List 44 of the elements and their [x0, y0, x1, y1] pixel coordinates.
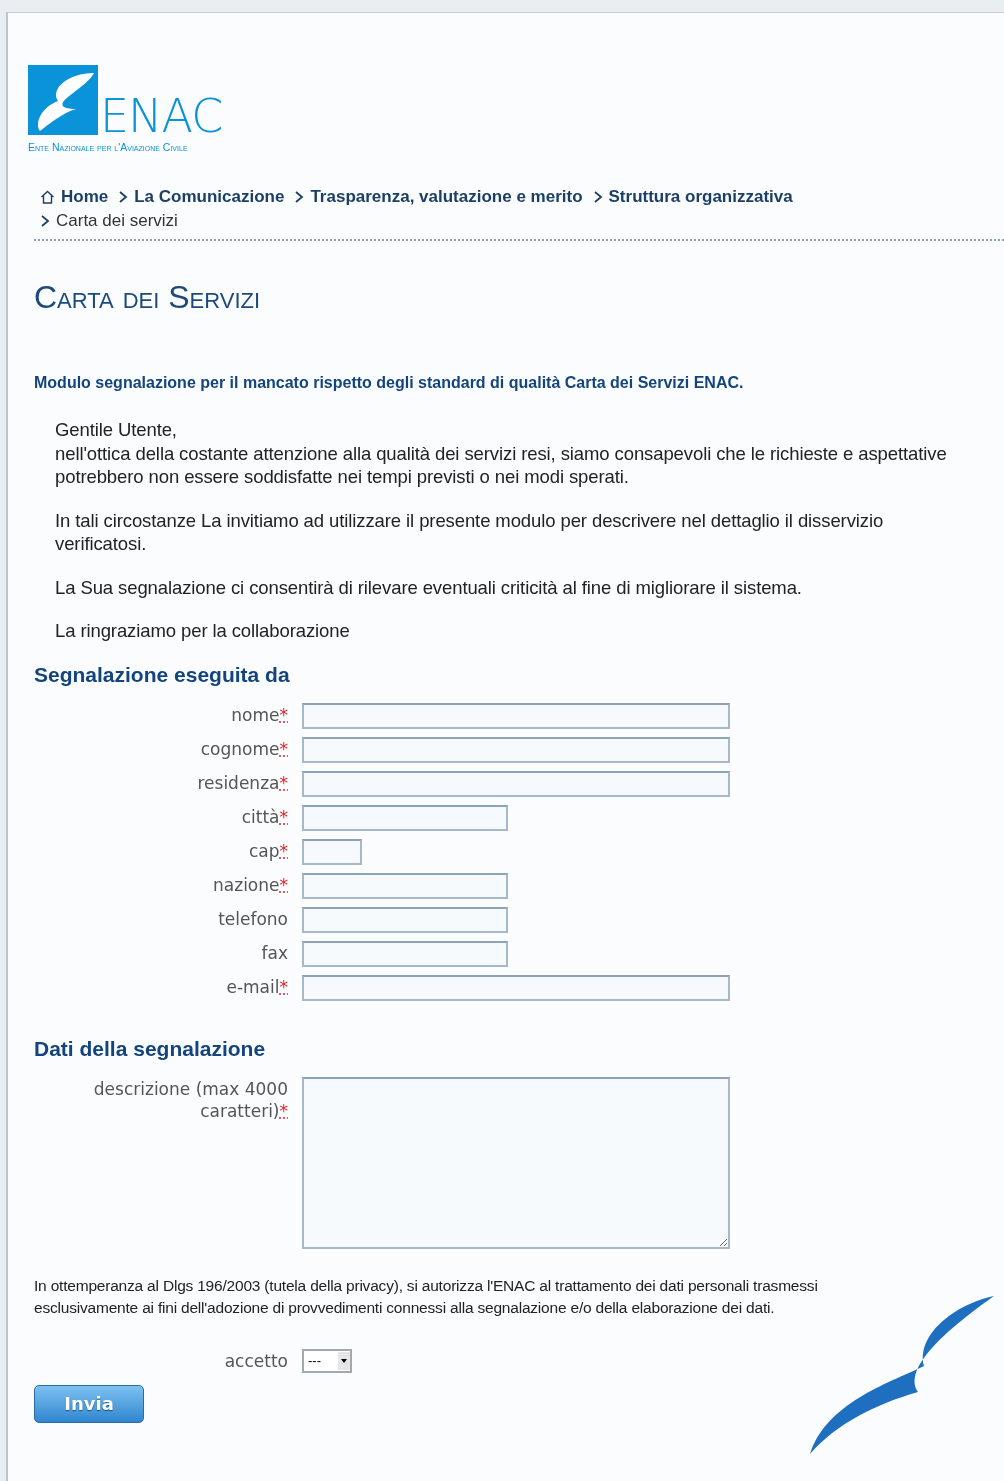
logo-wordmark: ENAC [100, 97, 223, 135]
home-icon [40, 190, 55, 204]
consent-label: accetto [223, 1350, 288, 1371]
breadcrumb-link[interactable]: Trasparenza, valutazione e merito [310, 187, 583, 207]
field-label: cognome* [200, 738, 288, 759]
input-field[interactable] [302, 838, 362, 865]
input-field[interactable] [302, 736, 730, 763]
breadcrumb-link[interactable]: Struttura organizzativa [608, 187, 793, 207]
chevron-icon [118, 190, 129, 204]
form-heading: Modulo segnalazione per il mancato rispetto degli standard di qualità Carta dei Servizi ENAC. [34, 374, 745, 392]
field-label: telefono [218, 908, 288, 929]
logo-tagline: Ente Nazionale per l'Aviazione Civile [28, 141, 189, 153]
field-label: città* [241, 806, 288, 827]
chevron-icon [592, 190, 603, 204]
breadcrumb-current[interactable]: Carta dei servizi [56, 211, 178, 231]
breadcrumb-link[interactable]: Home [61, 187, 109, 207]
field-label: nazione* [213, 874, 288, 895]
field-label: fax [261, 942, 288, 963]
chevron-icon [40, 214, 50, 228]
field-label: nome* [231, 704, 288, 725]
input-field[interactable] [302, 804, 508, 831]
intro-paragraph: La ringraziamo per la collaborazione [55, 619, 351, 643]
field-label: descrizione (max 4000 caratteri)* [93, 1078, 288, 1121]
input-field[interactable] [302, 940, 508, 967]
intro-paragraph: In tali circostanze La invitiamo ad utilizzare il presente modulo per descrivere nel dettaglio il disservizio verificatosi. [55, 508, 885, 556]
input-field[interactable] [302, 906, 508, 933]
breadcrumb-link[interactable]: La Comunicazione [134, 187, 285, 207]
field-label: residenza* [197, 772, 288, 793]
section-heading: Dati della segnalazione [34, 1036, 267, 1061]
intro-paragraph: La Sua segnalazione ci consentirà di rilevare eventuali criticità al fine di migliorare il sistema. [55, 575, 803, 599]
input-field[interactable] [302, 702, 730, 729]
text-area[interactable] [302, 1076, 730, 1249]
page-title: Carta dei Servizi [34, 279, 262, 316]
field-label: cap* [248, 840, 288, 861]
greeting: Gentile Utente, [55, 418, 178, 442]
section-heading: Segnalazione eseguita da [34, 662, 291, 687]
input-field[interactable] [302, 872, 508, 899]
privacy-notice: In ottemperanza al Dlgs 196/2003 (tutela della privacy), si autorizza l'ENAC al trattamento dei dati personali trasmessi esclusivamente ai fini dell'adozione di provvedimenti connessi alla segnalazione e/o della elaborazione dei dati. [34, 1275, 819, 1318]
consent-dropdown[interactable]: --- [302, 1348, 352, 1373]
input-field[interactable] [302, 770, 730, 797]
field-label: e-mail* [226, 976, 288, 997]
input-field[interactable] [302, 974, 730, 1001]
chevron-icon [294, 190, 305, 204]
intro-paragraph: nell'ottica della costante attenzione alla qualità dei servizi resi, siamo consapevoli che le richieste e aspettative potrebbero non essere soddisfatte nei tempi previsti o nei modi sperati. [55, 441, 948, 489]
